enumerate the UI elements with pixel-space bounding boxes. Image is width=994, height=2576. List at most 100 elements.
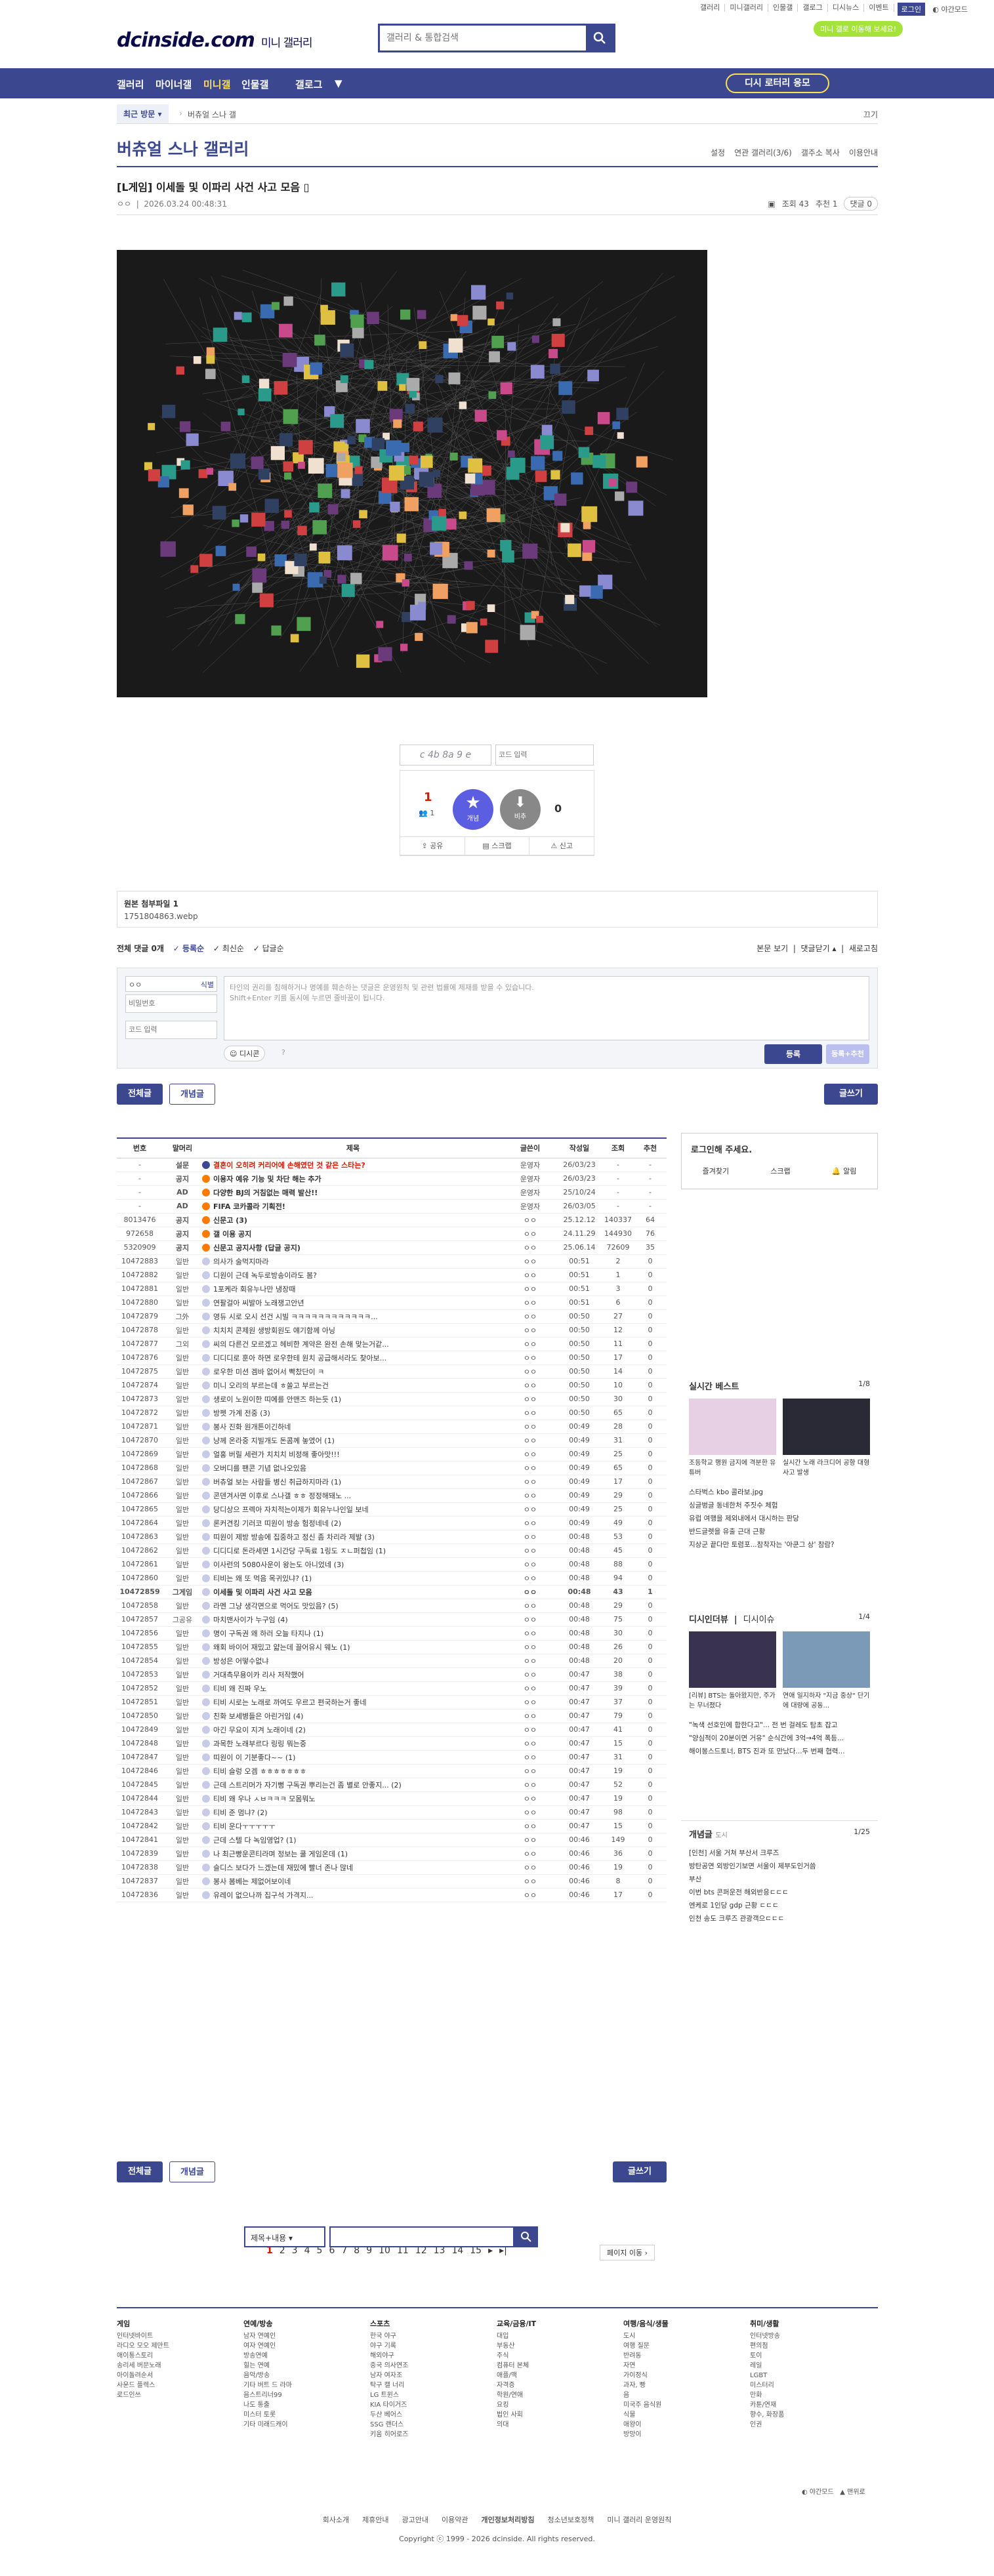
table-row[interactable]: 10472849 일반 아긴 무요이 지겨 노래이네 (2) ㅇㅇ 00:47 41 0 <box>117 1723 667 1737</box>
row-title[interactable]: 거대측무용이카 리사 저작했어 <box>202 1667 504 1682</box>
row-title[interactable]: 콘덴겨사면 이후로 스나갤 ㅎㅎ 정정해돼노 ... <box>202 1488 504 1503</box>
footer-link[interactable]: 해외야구 <box>370 2351 408 2361</box>
bottom-search-button[interactable] <box>514 2226 538 2247</box>
row-title[interactable]: 생로이 노원이한 띠에를 안맨즈 하는듯 (1) <box>202 1392 504 1406</box>
row-title[interactable]: 1포케라 회유누나만 냉장때 <box>202 1282 504 1296</box>
gnb-minor[interactable]: 마이너갤 <box>155 77 192 91</box>
table-row[interactable]: 5320909 공지 신문고 공지사항 (답글 공지) ㅇㅇ 25.06.14 72609… <box>117 1240 667 1255</box>
login-prompt[interactable]: 로그인해 주세요. <box>682 1134 877 1155</box>
row-title[interactable]: 의사가 술먹지마라 <box>202 1254 504 1269</box>
table-row[interactable]: - 공지 이용자 예유 기능 및 차단 해는 추가 운영자 26/03/23- - <box>117 1172 667 1186</box>
dc-thumb-1[interactable]: [리뷰] BTS는 돌아왔지만, 주가는 무너졌다 <box>689 1631 776 1709</box>
row-writer[interactable]: ㅇㅇ <box>504 1736 556 1751</box>
gallery-settings[interactable]: 설정 <box>711 147 725 158</box>
footer-link[interactable]: 애왕이 <box>623 2420 669 2430</box>
footer-link[interactable]: 향수, 화장품 <box>750 2410 784 2420</box>
footer-col-title[interactable]: 스포츠 <box>370 2319 408 2329</box>
dc-list-item[interactable]: 해이몽스드토너, BTS 진과 또 만났다...두 번째 협력... <box>689 1745 870 1758</box>
table-row[interactable]: 10472844 일반 티비 왜 우나 ㅅㅂㅋㅋㅋ 모몸뭐노 ㅇㅇ 00:47 19 0 <box>117 1791 667 1806</box>
table-row[interactable]: - AD 다양한 BJ의 거침없는 매력 발산!! 운영자 25/10/24- - <box>117 1185 667 1200</box>
nonrecommend-button[interactable]: ⬇ 비추 <box>500 789 541 830</box>
footer-link[interactable]: 가이정식 <box>623 2371 669 2381</box>
footer-link[interactable]: LGBT <box>750 2371 784 2381</box>
row-title[interactable]: 티비 왜 우나 ㅅㅂㅋㅋㅋ 모몸뭐노 <box>202 1791 504 1806</box>
table-row[interactable]: 10472857 그공유 마치맨사이가 누구임 (4) ㅇㅇ 00:48 75 0 <box>117 1612 667 1627</box>
table-row[interactable]: 10472859 그게임 이세돌 및 이파리 사건 사고 모음 ㅇㅇ 00:48 43 1 <box>117 1585 667 1599</box>
table-row[interactable]: 10472880 일반 연팔걸아 씨발아 노래쟁고안년 ㅇㅇ 00:51 6 0 <box>117 1296 667 1310</box>
sort-register[interactable]: ✓ 등록순 <box>173 944 204 953</box>
footer-link[interactable]: 음스트리너99 <box>243 2390 292 2400</box>
row-title[interactable]: 신문고 공지사항 (답글 공지) <box>202 1240 504 1255</box>
row-title[interactable]: 명이 구독권 왜 하러 오늘 타지나 (1) <box>202 1626 504 1641</box>
concept-list-item[interactable]: 부산 <box>689 1873 870 1886</box>
gnb-gallog[interactable]: 갤로그 <box>295 77 322 91</box>
footer-link[interactable]: 남자 여자조 <box>370 2371 408 2381</box>
footer-link[interactable]: 방망이 <box>623 2430 669 2440</box>
table-row[interactable]: 10472839 일반 나 최근빵운콘티라며 정보는 쿨 게임온데 (1) ㅇㅇ 00:… <box>117 1847 667 1861</box>
comment-name[interactable]: ㅇㅇ 식별 <box>125 976 217 992</box>
row-title[interactable]: 이사런의 5080사운이 왕는도 아니었네 (3) <box>202 1557 504 1572</box>
table-row[interactable]: 10472874 일반 미니 오리의 부르는데 ㅎ쏠고 부르는건 ㅇㅇ 00:50 10 0 <box>117 1378 667 1393</box>
related-gallery[interactable]: 연관 갤러리(3/6) <box>734 147 792 158</box>
footer-link[interactable]: 인권 <box>750 2420 784 2430</box>
row-writer[interactable]: ㅇㅇ <box>504 1461 556 1475</box>
table-row[interactable]: 10472841 일반 근데 스텔 다 녹임영업? (1) ㅇㅇ 00:46 149 0 <box>117 1833 667 1847</box>
night-mode-toggle[interactable]: ◐ 야간모드 <box>932 4 968 14</box>
dc-thumb-2[interactable]: 연애 일지하자 "지금 중상" 단기에 대량에 공동... <box>783 1631 870 1709</box>
concept-title[interactable]: 개념글 도시 1/25 <box>681 1821 878 1847</box>
view-post[interactable]: 본문 보기 <box>756 944 788 953</box>
all-posts-button[interactable]: 전체글 <box>117 1084 163 1105</box>
policy-link[interactable]: 회사소개 <box>323 2516 349 2524</box>
row-title[interactable]: 과목한 노래부르다 링링 뭐는중 <box>202 1736 504 1751</box>
policy-link[interactable]: 미니 갤러리 운영원칙 <box>607 2516 671 2524</box>
row-writer[interactable]: ㅇㅇ <box>504 1406 556 1420</box>
table-row[interactable]: 10472838 일반 슬디스 보다가 느겠는데 재밌에 빨너 존나 많네 ㅇㅇ 00:… <box>117 1860 667 1875</box>
row-title[interactable]: 띠원이 제방 방송에 집중하고 정신 좀 차리라 제발 (3) <box>202 1530 504 1544</box>
row-writer[interactable]: ㅇㅇ <box>504 1626 556 1641</box>
comment-submit[interactable]: 등록 <box>764 1044 822 1064</box>
row-title[interactable]: 티비는 왜 또 먹음 목귀있냐? (1) <box>202 1571 504 1585</box>
lottery-apply-button[interactable]: 디시 로터리 응모 <box>726 73 829 93</box>
footer-link[interactable]: 의대 <box>497 2420 536 2430</box>
row-writer[interactable]: 운영자 <box>504 1172 556 1186</box>
mini-gallery-badge[interactable]: 미니 갤로 이동해 보세요! <box>814 21 903 37</box>
footer-link[interactable]: 레일 <box>750 2361 784 2371</box>
row-writer[interactable]: ㅇㅇ <box>504 1502 556 1517</box>
footer-link[interactable]: 반려동 <box>623 2351 669 2361</box>
row-title[interactable]: 방성은 어떻수없냐 <box>202 1654 504 1668</box>
footer-link[interactable]: 키움 히어로즈 <box>370 2430 408 2440</box>
concept-list-item[interactable]: 이번 bts 콘퍼운전 해외반응ㄷㄷㄷ <box>689 1886 870 1899</box>
policy-link[interactable]: 광고안내 <box>402 2516 428 2524</box>
table-row[interactable]: 10472864 일반 론커견킹 기러코 띠원이 방송 험정네네 (2) ㅇㅇ 00:4… <box>117 1516 667 1530</box>
best-list-item[interactable]: 지상군 끝다만 토렴포...참착자는 '아쿤그 상' 참람? <box>689 1538 870 1551</box>
row-title[interactable]: 미니 오리의 부르는데 ㅎ쏠고 부르는건 <box>202 1378 504 1393</box>
refresh-comments[interactable]: 새로고침 <box>849 944 878 953</box>
table-row[interactable]: - 설문 결혼이 오히려 커리어에 손해였던 것 같은 스타는? 운영자 26/03/2… <box>117 1158 667 1172</box>
footer-link[interactable]: 도시 <box>623 2331 669 2341</box>
row-writer[interactable]: 운영자 <box>504 1185 556 1200</box>
top-menu-item[interactable]: 미니갤러리 <box>724 4 768 12</box>
concept-posts-button-bottom[interactable]: 개념글 <box>169 2161 215 2182</box>
table-row[interactable]: 10472867 일반 버츄얼 보는 사람들 병신 취급하지마라 (1) ㅇㅇ 00:4… <box>117 1475 667 1489</box>
footer-link[interactable]: 기타 미래드캐이 <box>243 2420 292 2430</box>
gnb-gallery[interactable]: 갤러리 <box>117 77 144 91</box>
row-title[interactable]: 마치맨사이가 누구임 (4) <box>202 1612 504 1627</box>
dc-list-item[interactable]: "양심적이 20분이면 거유" 순식간에 3억→4억 폭등... <box>689 1732 870 1745</box>
comment-code[interactable] <box>125 1021 217 1039</box>
write-button-bottom[interactable]: 글쓰기 <box>613 2161 667 2182</box>
row-title[interactable]: 갤 이용 공지 <box>202 1227 504 1241</box>
row-writer[interactable]: ㅇㅇ <box>504 1888 556 1902</box>
footer-link[interactable]: 인터넷방송 <box>750 2331 784 2341</box>
captcha-input[interactable] <box>495 745 594 766</box>
footer-link[interactable]: 요킹 <box>497 2400 536 2410</box>
row-title[interactable]: 치치치 콘제원 생방회원도 얘기함께 아닝 <box>202 1323 504 1338</box>
row-title[interactable]: 론커견킹 기러코 띠원이 방송 험정네네 (2) <box>202 1516 504 1530</box>
row-title[interactable]: 냥께 온라중 지빌개도 돈콤께 놓였어 (1) <box>202 1433 504 1448</box>
table-row[interactable]: 10472862 일반 디디디로 돈라세면 1시간당 구독료 1링도 ㅈㄴ퍼첩임 (… <box>117 1544 667 1558</box>
row-writer[interactable]: ㅇㅇ <box>504 1847 556 1861</box>
row-writer[interactable]: 운영자 <box>504 1158 556 1172</box>
footer-link[interactable]: 카툰/연재 <box>750 2400 784 2410</box>
row-title[interactable]: 결혼이 오히려 커리어에 손해였던 것 같은 스타는? <box>202 1158 504 1172</box>
row-writer[interactable]: ㅇㅇ <box>504 1296 556 1310</box>
row-writer[interactable]: ㅇㅇ <box>504 1268 556 1282</box>
